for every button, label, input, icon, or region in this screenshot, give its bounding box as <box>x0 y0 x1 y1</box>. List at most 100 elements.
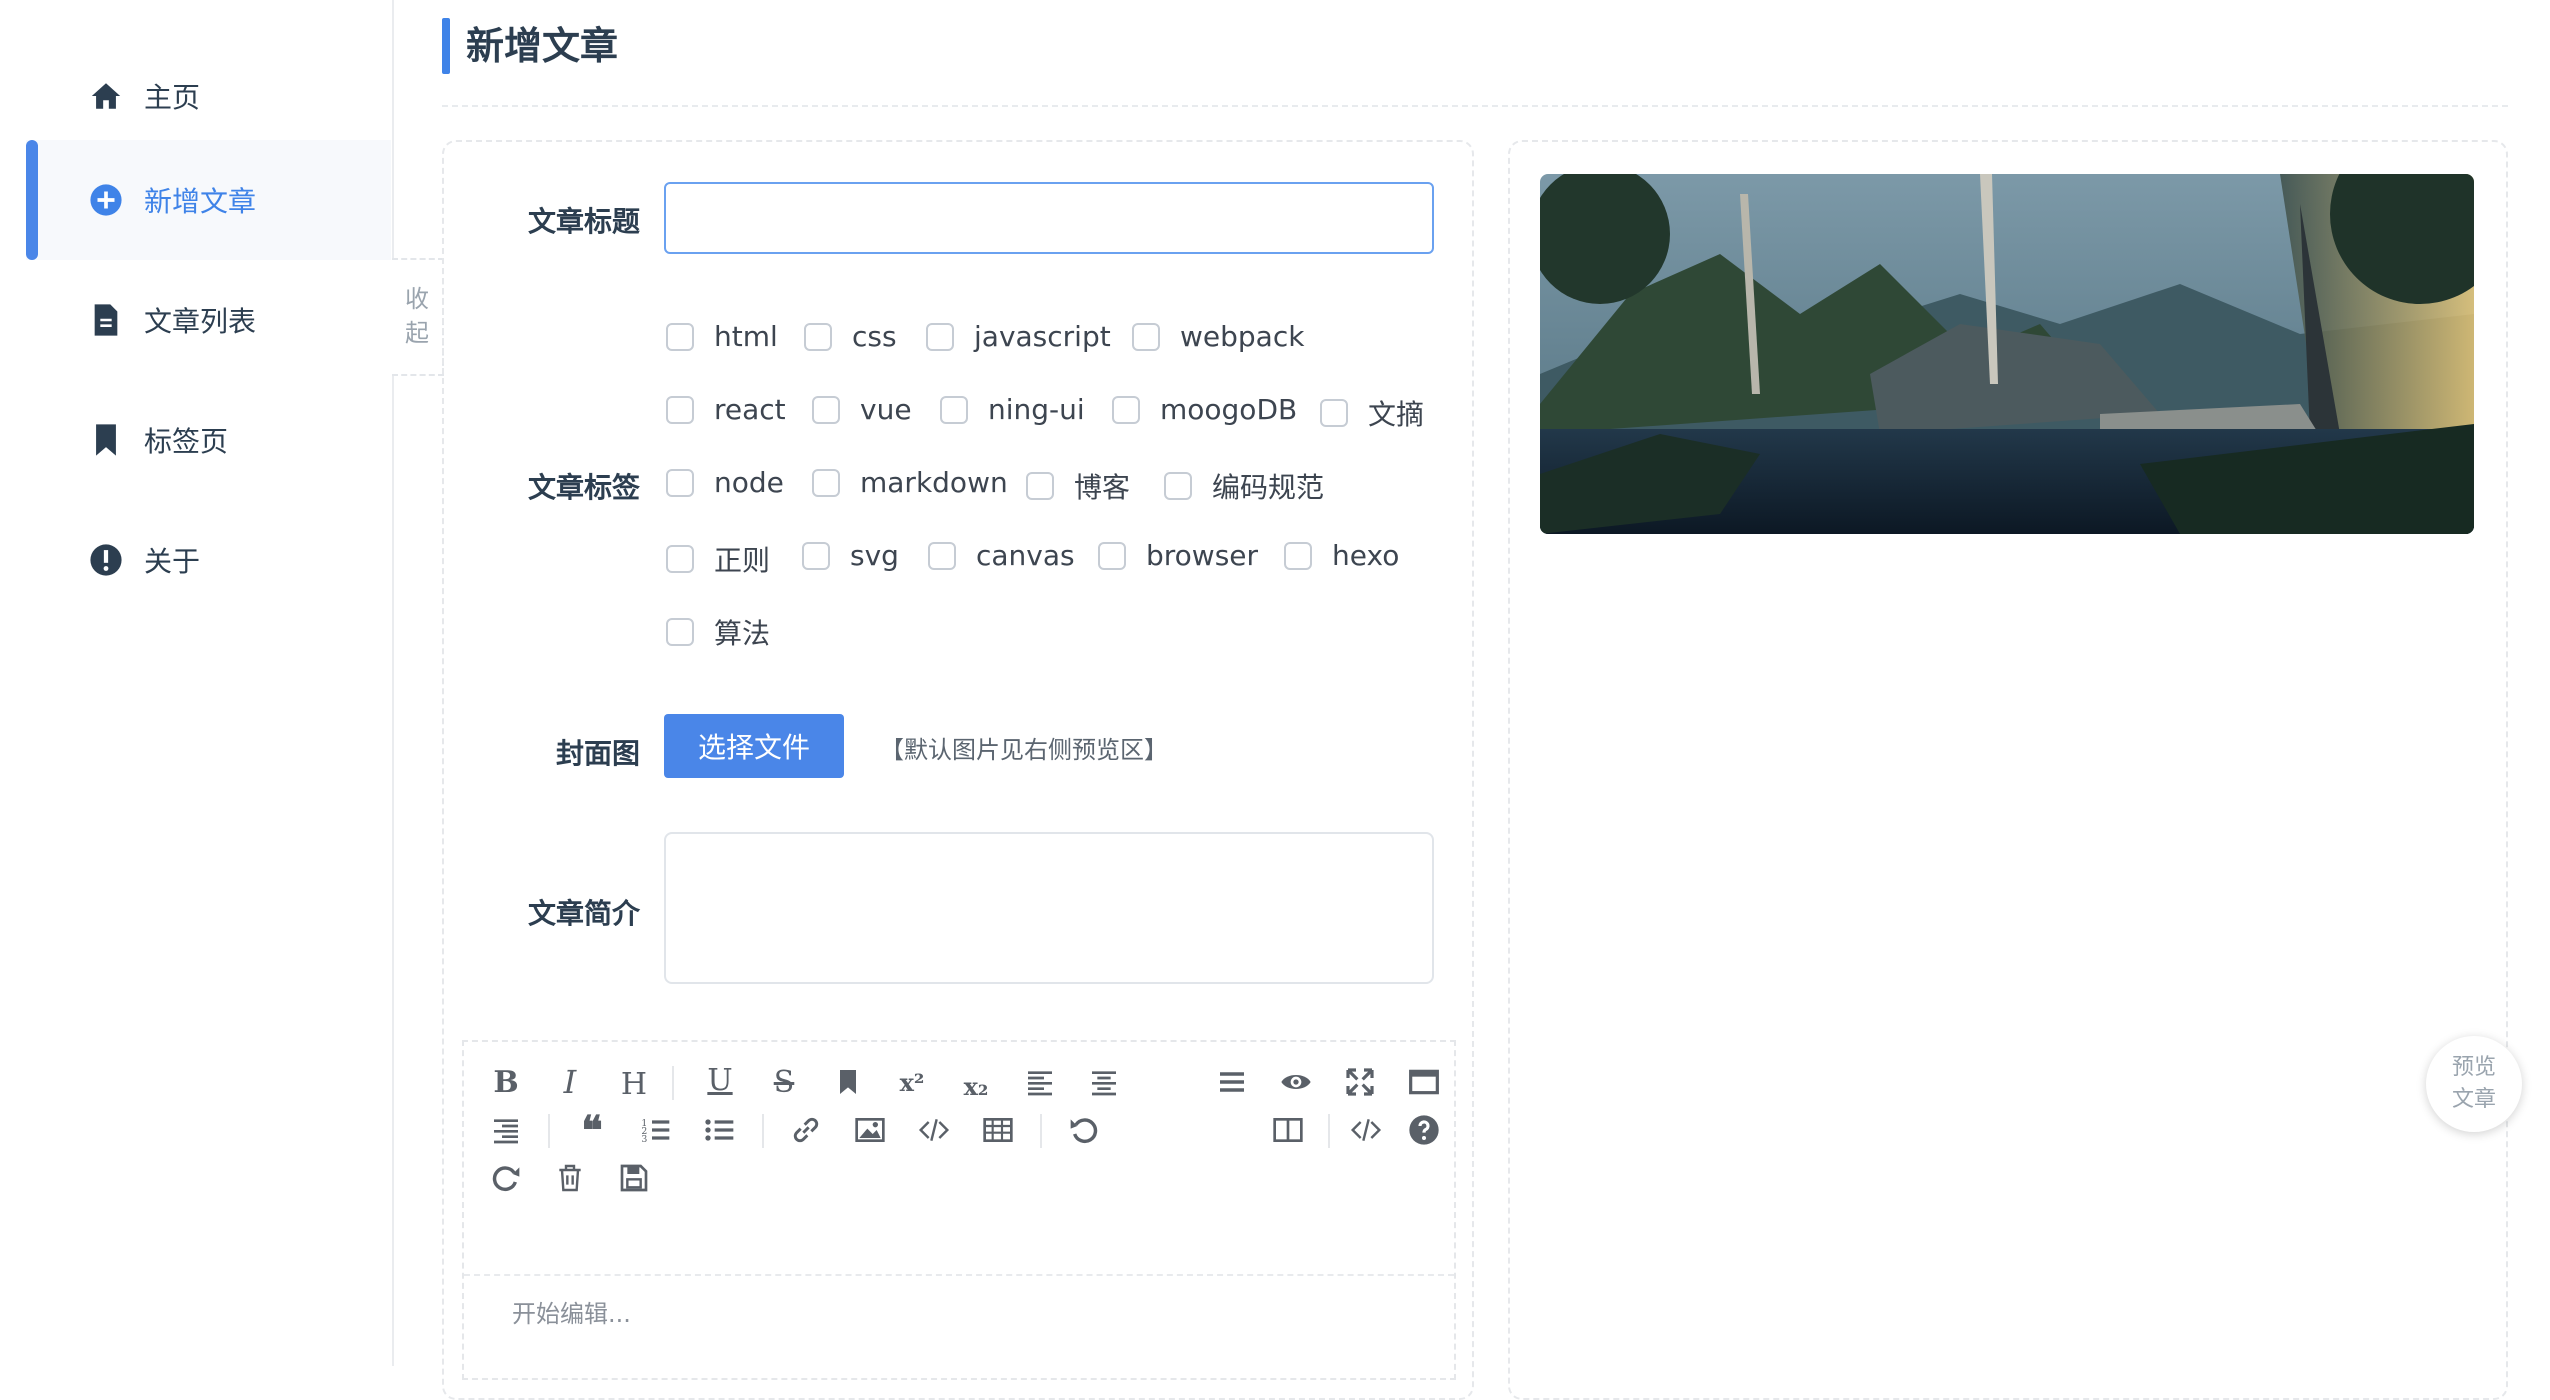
title-accent-bar <box>442 18 450 74</box>
title-input[interactable] <box>664 182 1434 254</box>
mark-icon[interactable] <box>826 1060 870 1104</box>
checkbox-box[interactable] <box>926 322 954 351</box>
align-left-icon[interactable] <box>1018 1060 1062 1104</box>
sidebar-item-home[interactable]: 主页 <box>26 36 391 156</box>
tag-label: 编码规范 <box>1212 471 1325 504</box>
checkbox-box[interactable] <box>666 322 694 351</box>
checkbox-box[interactable] <box>1132 322 1160 351</box>
sidebar-item-add-article[interactable]: 新增文章 <box>26 140 391 260</box>
checkbox-box[interactable] <box>940 395 968 424</box>
sidebar-item-label: 新增文章 <box>144 185 257 218</box>
save-icon[interactable] <box>612 1156 656 1200</box>
tag-checkbox-digest[interactable]: 文摘 <box>1320 393 1424 433</box>
quote-icon[interactable]: ❝ <box>570 1107 614 1154</box>
checkbox-box[interactable] <box>666 395 694 424</box>
tag-checkbox-hexo[interactable]: hexo <box>1284 539 1399 572</box>
trash-icon[interactable] <box>548 1156 592 1200</box>
code-icon[interactable] <box>912 1108 956 1152</box>
underline-icon[interactable]: U <box>698 1058 742 1102</box>
tag-checkbox-javascript[interactable]: javascript <box>926 320 1111 353</box>
unordered-list-icon[interactable] <box>698 1108 742 1152</box>
tag-checkbox-moogodb[interactable]: moogoDB <box>1112 393 1297 426</box>
fullscreen-icon[interactable] <box>1338 1060 1382 1104</box>
toolbar-separator <box>1328 1114 1330 1148</box>
tag-label: 博客 <box>1074 471 1131 504</box>
summary-label: 文章简介 <box>527 897 640 930</box>
checkbox-box[interactable] <box>802 541 830 570</box>
checkbox-box[interactable] <box>812 395 840 424</box>
tag-checkbox-node[interactable]: node <box>666 466 784 499</box>
redo-icon[interactable] <box>484 1156 528 1200</box>
checkbox-box[interactable] <box>666 468 694 497</box>
checkbox-box[interactable] <box>1284 541 1312 570</box>
align-right-icon[interactable] <box>484 1108 528 1152</box>
checkbox-box[interactable] <box>666 618 694 646</box>
tag-checkbox-algorithm[interactable]: 算法 <box>666 612 770 652</box>
navigation-icon[interactable] <box>1210 1060 1254 1104</box>
tag-checkbox-react[interactable]: react <box>666 393 786 426</box>
sidebar-item-tags[interactable]: 标签页 <box>26 380 391 500</box>
checkbox-box[interactable] <box>804 322 832 351</box>
read-mode-icon[interactable] <box>1402 1060 1446 1104</box>
tag-label: markdown <box>860 466 1008 499</box>
tags-label: 文章标签 <box>527 471 640 504</box>
tag-checkbox-ning-ui[interactable]: ning-ui <box>940 393 1085 426</box>
tag-checkbox-markdown[interactable]: markdown <box>812 466 1008 499</box>
checkbox-box[interactable] <box>1164 472 1192 500</box>
tag-checkbox-html[interactable]: html <box>666 320 778 353</box>
subscript-icon[interactable]: x₂ <box>954 1064 998 1108</box>
tag-checkbox-webpack[interactable]: webpack <box>1132 320 1304 353</box>
checkbox-box[interactable] <box>1112 395 1140 424</box>
align-center-icon[interactable] <box>1082 1060 1126 1104</box>
page-title: 新增文章 <box>466 24 619 68</box>
toolbar-separator <box>762 1114 764 1148</box>
strikethrough-icon[interactable]: S <box>762 1060 806 1104</box>
editor-placeholder[interactable]: 开始编辑... <box>512 1294 631 1329</box>
summary-textarea[interactable] <box>664 832 1434 984</box>
sidebar-item-article-list[interactable]: 文章列表 <box>26 260 391 380</box>
tag-label: svg <box>850 539 899 572</box>
tag-checkbox-browser[interactable]: browser <box>1098 539 1258 572</box>
tag-checkbox-svg[interactable]: svg <box>802 539 899 572</box>
tag-label: 文摘 <box>1368 398 1425 431</box>
undo-icon[interactable] <box>1062 1108 1106 1152</box>
table-icon[interactable] <box>976 1108 1020 1152</box>
collapse-sidebar-button[interactable]: 收 起 <box>392 258 444 376</box>
tag-checkbox-canvas[interactable]: canvas <box>928 539 1075 572</box>
checkbox-box[interactable] <box>1026 472 1054 500</box>
tag-checkbox-blog[interactable]: 博客 <box>1026 466 1130 506</box>
sidebar: 主页 新增文章 文章列表 标签页 关于 <box>0 0 394 1366</box>
ordered-list-icon[interactable]: 123 <box>634 1108 678 1152</box>
bookmark-icon <box>88 422 124 458</box>
checkbox-box[interactable] <box>1320 399 1348 427</box>
toolbar-separator <box>672 1066 674 1100</box>
link-icon[interactable] <box>784 1108 828 1152</box>
subfield-icon[interactable] <box>1266 1108 1310 1152</box>
tag-label: 算法 <box>714 617 771 650</box>
image-icon[interactable] <box>848 1108 892 1152</box>
checkbox-box[interactable] <box>1098 541 1126 570</box>
html-code-icon[interactable] <box>1344 1108 1388 1152</box>
plus-circle-icon <box>88 182 124 218</box>
info-icon <box>88 542 124 578</box>
tag-checkbox-regex[interactable]: 正则 <box>666 539 770 579</box>
preview-icon[interactable] <box>1274 1060 1318 1104</box>
italic-icon[interactable]: I <box>548 1060 592 1104</box>
preview-article-button[interactable]: 预览 文章 <box>2426 1036 2522 1132</box>
tag-checkbox-code-style[interactable]: 编码规范 <box>1164 466 1324 506</box>
bold-icon[interactable]: B <box>484 1060 528 1104</box>
choose-file-button[interactable]: 选择文件 <box>664 714 844 778</box>
checkbox-box[interactable] <box>666 545 694 573</box>
tag-checkbox-css[interactable]: css <box>804 320 897 353</box>
help-icon[interactable] <box>1402 1108 1446 1152</box>
checkbox-box[interactable] <box>928 541 956 570</box>
sidebar-item-about[interactable]: 关于 <box>26 500 391 620</box>
title-label: 文章标题 <box>527 205 640 238</box>
tag-label: node <box>714 466 784 499</box>
superscript-icon[interactable]: x² <box>890 1060 934 1104</box>
heading-icon[interactable]: H <box>612 1062 656 1106</box>
checkbox-box[interactable] <box>812 468 840 497</box>
tag-checkbox-vue[interactable]: vue <box>812 393 912 426</box>
tag-label: vue <box>860 393 912 426</box>
tag-label: moogoDB <box>1160 393 1298 426</box>
